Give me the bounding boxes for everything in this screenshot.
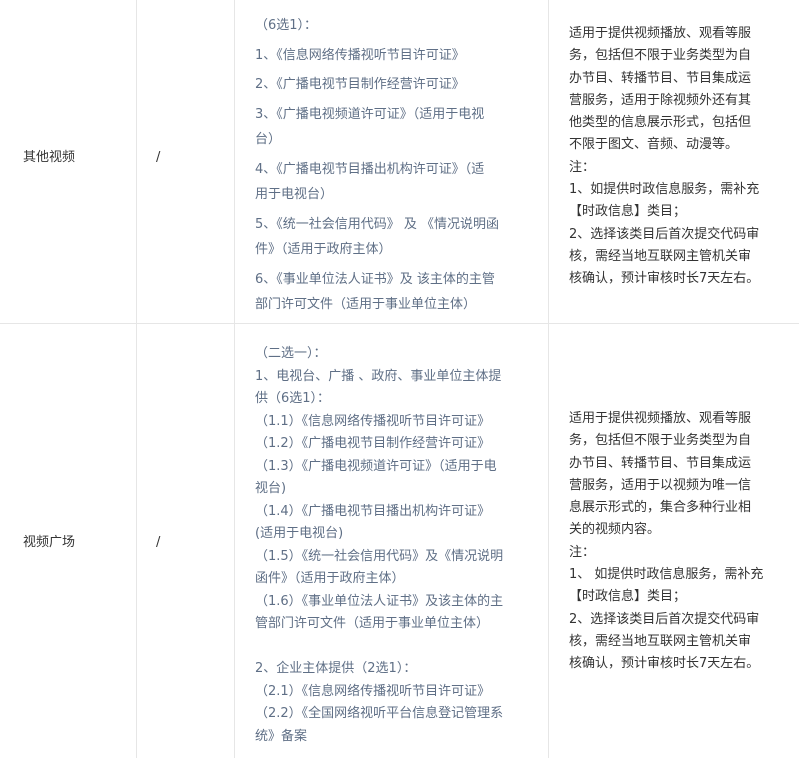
subcategory-placeholder: /	[156, 535, 161, 550]
description-line: 【时政信息】类目；	[569, 204, 687, 220]
category-description: 适用于提供视频播放、观看等服 务，包括但不限于业务类型为自 办节目、转播节目、节目集…	[569, 408, 785, 676]
requirement-line: 函件》（适用于政府主体）	[255, 571, 405, 586]
requirement-line: （二选一）：	[255, 346, 327, 361]
row-divider	[0, 323, 799, 324]
category-name: 其他视频	[23, 150, 76, 165]
description-line: 【时政信息】类目；	[569, 589, 687, 605]
requirement-line: (适用于电视台)	[255, 526, 344, 541]
requirement-line: 供（6选1）：	[255, 391, 331, 406]
requirement-line: 统》备案	[255, 728, 308, 744]
requirement-line: 3、《广播电视频道许可证》（适用于电视	[255, 106, 485, 122]
requirement-line: （1.3）《广播电视频道许可证》（适用于电	[255, 458, 497, 474]
requirement-line: 2、《广播电视节目制作经营许可证》	[255, 77, 465, 92]
requirement-line: 视台)	[255, 481, 287, 496]
description-line: 核，需经当地互联网主管机关审	[569, 633, 752, 649]
description-line: 2、选择该类目后首次提交代码审	[569, 226, 760, 242]
qualification-requirements: （6选1）： 1、《信息网络传播视听节目许可证》 2、《广播电视节目制作经营许可证》…	[255, 13, 531, 318]
column-divider	[234, 0, 235, 758]
description-line: 适用于提供视频播放、观看等服	[569, 411, 752, 426]
description-line: 注：	[569, 159, 596, 175]
column-divider	[136, 0, 137, 758]
description-line: 务，包括但不限于业务类型为自	[569, 433, 752, 449]
requirement-line: 2、企业主体提供（2选1）：	[255, 661, 417, 676]
column-divider	[548, 0, 549, 758]
requirement-line: （2.2）《全国网络视听平台信息登记管理系	[255, 706, 504, 721]
description-line: 不限于图文、音频、动漫等。	[569, 137, 739, 153]
description-line: 注：	[569, 544, 596, 560]
requirement-line: 1、《信息网络传播视听节目许可证》	[255, 47, 465, 63]
requirement-line: 台）	[255, 132, 282, 147]
requirement-line: 4、《广播电视节目播出机构许可证》（适	[255, 161, 485, 177]
description-line: 核确认，预计审核时长7天左右。	[569, 656, 760, 672]
description-line: 核，需经当地互联网主管机关审	[569, 248, 752, 264]
description-line: 2、选择该类目后首次提交代码审	[569, 611, 760, 627]
category-table: 其他视频 / （6选1）： 1、《信息网络传播视听节目许可证》 2、《广播电视节目制…	[0, 0, 799, 758]
requirement-line: （1.1）《信息网络传播视听节目许可证》	[255, 413, 491, 429]
description-line: 办节目、转播节目、节目集成运	[569, 455, 752, 471]
requirement-line: （1.2）《广播电视节目制作经营许可证》	[255, 436, 491, 451]
description-line: 1、如提供时政信息服务，需补充	[569, 182, 760, 198]
description-line: 营服务，适用于除视频外还有其	[569, 92, 752, 108]
description-line: 1、 如提供时政信息服务，需补充	[569, 567, 764, 583]
description-line: 务，包括但不限于业务类型为自	[569, 48, 752, 64]
category-description: 适用于提供视频播放、观看等服 务，包括但不限于业务类型为自 办节目、转播节目、节目集…	[569, 23, 785, 291]
description-line: 核确认，预计审核时长7天左右。	[569, 271, 760, 287]
description-line: 适用于提供视频播放、观看等服	[569, 26, 752, 41]
requirement-line: 1、电视台、广播 、政府、事业单位主体提	[255, 368, 502, 384]
description-line: 关的视频内容。	[569, 522, 661, 538]
requirement-line: （1.5）《统一社会信用代码》及《情况说明	[255, 548, 504, 564]
requirement-line: 6、《事业单位法人证书》及 该主体的主管	[255, 271, 495, 287]
requirement-line: （2.1）《信息网络传播视听节目许可证》	[255, 683, 491, 699]
description-line: 息展示形式的，集合多种行业相	[569, 500, 752, 516]
requirement-line: （1.4）《广播电视节目播出机构许可证》	[255, 503, 491, 519]
requirement-line: 管部门许可文件（适用于事业单位主体）	[255, 616, 490, 631]
qualification-requirements: （二选一）： 1、电视台、广播 、政府、事业单位主体提 供（6选1）： （1.1）《信…	[255, 343, 531, 748]
requirement-line	[255, 636, 531, 659]
requirement-line: （1.6）《事业单位法人证书》及该主体的主	[255, 593, 504, 609]
requirement-line: （6选1）：	[255, 18, 318, 33]
description-line: 营服务，适用于以视频为唯一信	[569, 477, 752, 493]
requirement-line: 5、《统一社会信用代码》 及 《情况说明函	[255, 216, 500, 232]
requirement-line: 部门许可文件（适用于事业单位主体）	[255, 297, 477, 312]
subcategory-placeholder: /	[156, 150, 161, 165]
category-name: 视频广场	[23, 535, 76, 550]
description-line: 他类型的信息展示形式，包括但	[569, 115, 752, 131]
requirement-line: 用于电视台）	[255, 187, 334, 202]
description-line: 办节目、转播节目、节目集成运	[569, 70, 752, 86]
requirement-line: 件》（适用于政府主体）	[255, 242, 392, 257]
